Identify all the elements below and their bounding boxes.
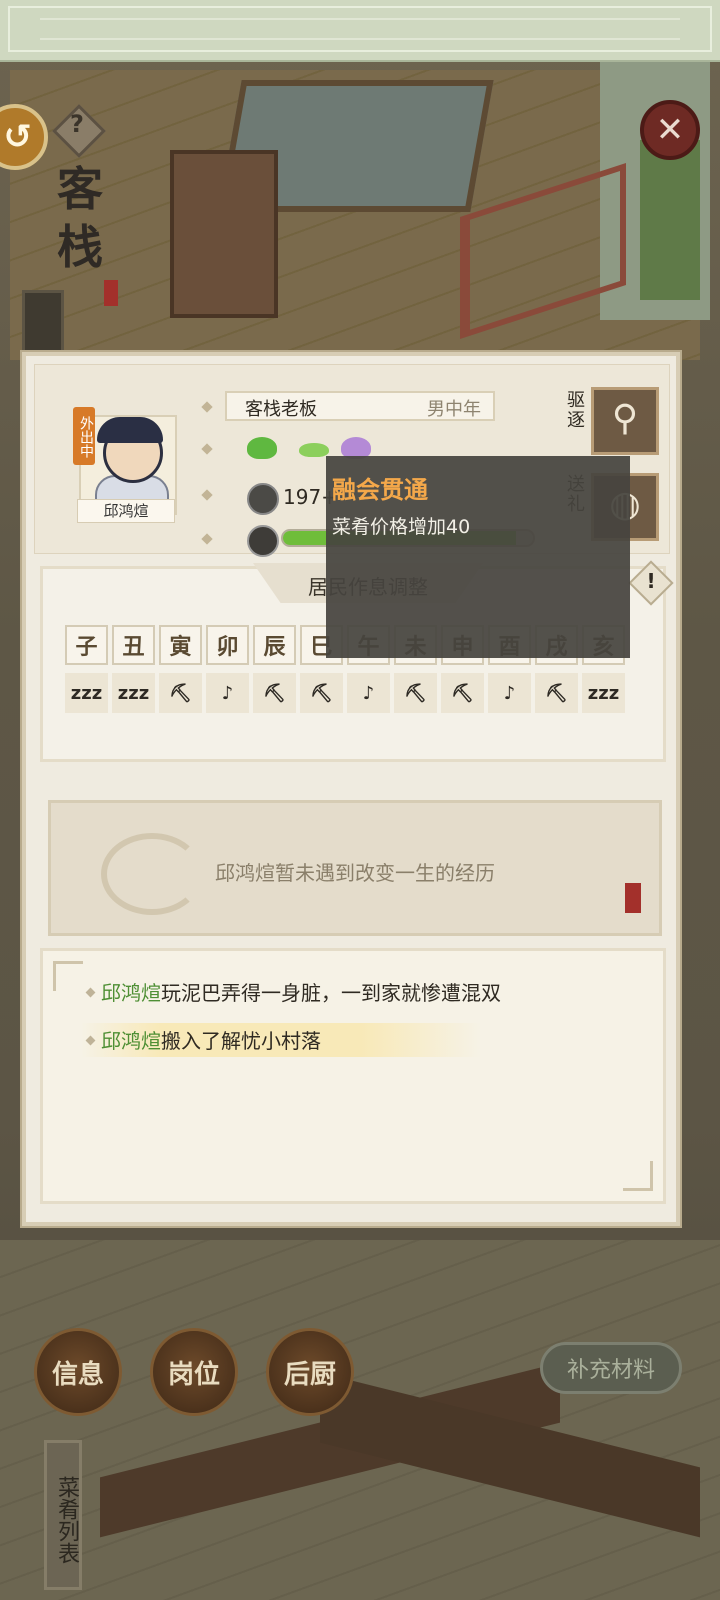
warning-mark: ! — [646, 569, 656, 593]
close-icon[interactable]: ✕ — [640, 100, 700, 160]
work-pickaxe-icon[interactable]: ⛏ — [253, 673, 296, 713]
inn-door — [170, 150, 278, 318]
avatar-hat — [97, 417, 163, 443]
bullet-dot — [201, 401, 213, 413]
green-jade-icon[interactable] — [247, 437, 277, 459]
status-badge: 外出中 — [73, 407, 95, 465]
top-banner-frame — [8, 6, 712, 52]
hour-cell: 子 — [65, 625, 108, 665]
question-icon: ? — [70, 110, 84, 138]
work-pickaxe-icon[interactable]: ⛏ — [159, 673, 202, 713]
tooltip-title: 融会贯通 — [332, 475, 428, 504]
banner-line — [40, 38, 680, 40]
bullet-dot — [85, 987, 96, 998]
sleep-icon[interactable]: zzz — [582, 673, 625, 713]
expel-label: 驱逐 — [567, 390, 585, 431]
heart-icon — [247, 525, 279, 557]
resident-name: 邱鸿煊 — [77, 499, 175, 523]
kitchen-button[interactable]: 后厨 — [266, 1328, 354, 1416]
hour-cell: 寅 — [159, 625, 202, 665]
position-button[interactable]: 岗位 — [150, 1328, 238, 1416]
activity-row: zzz zzz ⛏ ♪ ⛏ ⛏ ♪ ⛏ ⛏ ♪ ⛏ zzz — [65, 673, 645, 713]
log-corner-ornament — [53, 961, 83, 991]
hour-cell: 辰 — [253, 625, 296, 665]
log-entry-name: 邱鸿煊 — [101, 981, 161, 1005]
green-leaf-icon[interactable] — [299, 443, 329, 457]
location-title: 客栈 — [57, 162, 103, 274]
leisure-music-icon[interactable]: ♪ — [347, 673, 390, 713]
job-field[interactable]: 客栈老板 男中年 — [225, 391, 495, 421]
work-pickaxe-icon[interactable]: ⛏ — [300, 673, 343, 713]
lantern-icon — [22, 290, 64, 356]
trait-tooltip: 融会贯通 菜肴价格增加40 — [326, 456, 630, 658]
position-label: 岗位 — [167, 1359, 220, 1390]
life-event-section: 邱鸿煊暂未遇到改变一生的经历 — [48, 800, 662, 936]
coin-icon — [247, 483, 279, 515]
log-entry-name: 邱鸿煊 — [101, 1029, 161, 1053]
log-entry-text: 玩泥巴弄得一身脏，一到家就惨遭混双 — [161, 981, 501, 1005]
bullet-dot — [201, 443, 213, 455]
hour-cell: 卯 — [206, 625, 249, 665]
log-entry: 邱鸿煊玩泥巴弄得一身脏，一到家就惨遭混双 — [101, 977, 501, 1006]
banner-line — [40, 18, 680, 20]
top-banner — [0, 0, 720, 62]
identity-label: 男中年 — [427, 399, 481, 420]
tooltip-description: 菜肴价格增加40 — [332, 516, 471, 538]
work-pickaxe-icon[interactable]: ⛏ — [441, 673, 484, 713]
life-event-text: 邱鸿煊暂未遇到改变一生的经历 — [215, 861, 495, 885]
log-entry: 邱鸿煊搬入了解忧小村落 — [101, 1025, 321, 1054]
help-button[interactable]: ? — [52, 104, 106, 158]
sleep-icon[interactable]: zzz — [65, 673, 108, 713]
supply-label: 补充材料 — [566, 1358, 655, 1383]
work-pickaxe-icon[interactable]: ⛏ — [535, 673, 578, 713]
bullet-dot — [201, 533, 213, 545]
kitchen-label: 后厨 — [283, 1359, 336, 1390]
event-log: 邱鸿煊玩泥巴弄得一身脏，一到家就惨遭混双 邱鸿煊搬入了解忧小村落 — [40, 948, 666, 1204]
log-corner-ornament — [623, 1161, 653, 1191]
sleep-icon[interactable]: zzz — [112, 673, 155, 713]
seal-stamp — [625, 883, 641, 913]
work-pickaxe-icon[interactable]: ⛏ — [394, 673, 437, 713]
leisure-music-icon[interactable]: ♪ — [206, 673, 249, 713]
expel-button[interactable]: ⚲ — [591, 387, 659, 455]
info-label: 信息 — [51, 1359, 104, 1390]
inn-window — [640, 140, 700, 300]
menu-list-button[interactable]: 菜肴列表 — [44, 1440, 82, 1590]
bullet-dot — [201, 489, 213, 501]
log-entry-text: 搬入了解忧小村落 — [161, 1029, 321, 1053]
info-button[interactable]: 信息 — [34, 1328, 122, 1416]
leisure-music-icon[interactable]: ♪ — [488, 673, 531, 713]
hour-cell: 丑 — [112, 625, 155, 665]
supply-materials-button[interactable]: 补充材料 — [540, 1342, 682, 1394]
job-title: 客栈老板 — [245, 399, 317, 420]
seal-stamp — [104, 280, 118, 306]
broom-icon: ⚲ — [611, 398, 639, 439]
